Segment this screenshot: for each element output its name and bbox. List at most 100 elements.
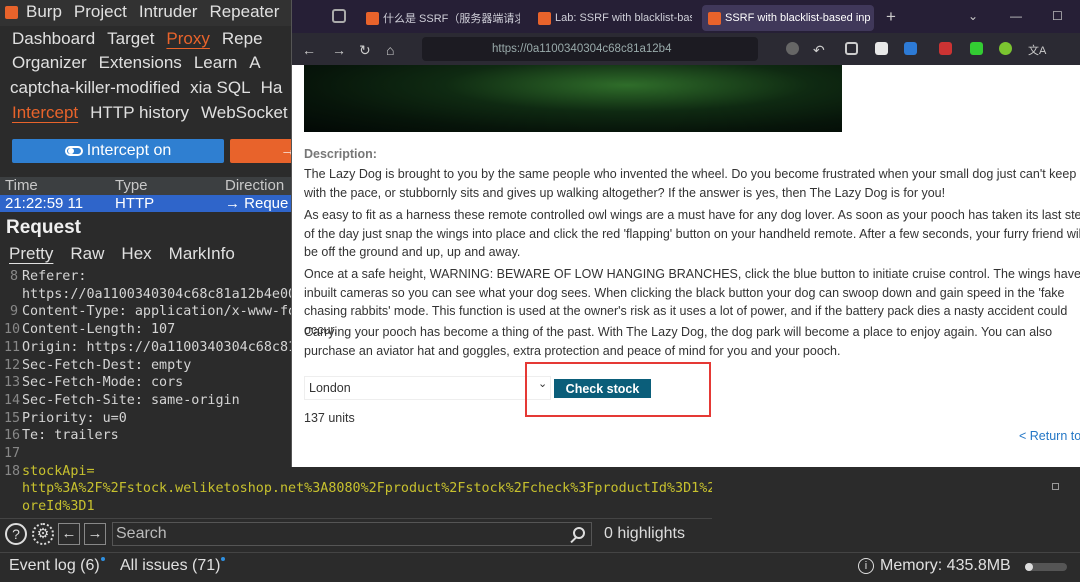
- browser-window: 什么是 SSRF（服务器端请求伪 ✕ Lab: SSRF with blackl…: [291, 0, 1080, 467]
- tab-xia-sql[interactable]: xia SQL: [180, 78, 250, 98]
- tab-list-chevron-icon[interactable]: ⌄: [968, 9, 978, 23]
- menu-intruder[interactable]: Intruder: [139, 2, 198, 22]
- tab-extensions[interactable]: Extensions: [87, 53, 182, 73]
- col-direction[interactable]: Direction: [220, 177, 284, 195]
- addon-icon[interactable]: [999, 42, 1012, 55]
- tab-1-title: 什么是 SSRF（服务器端请求伪: [383, 13, 520, 25]
- cell-direction: → Reque: [225, 195, 289, 212]
- tab-repeater[interactable]: Repe: [210, 29, 263, 49]
- browser-tab-1[interactable]: 什么是 SSRF（服务器端请求伪 ✕: [360, 5, 520, 31]
- tab-hex[interactable]: Hex: [112, 244, 151, 264]
- request-title: Request: [6, 217, 81, 238]
- tab-markinfo[interactable]: MarkInfo: [160, 244, 235, 264]
- memory-bar: [1025, 563, 1067, 571]
- event-log-link[interactable]: Event log (6): [9, 557, 105, 575]
- reload-icon[interactable]: ↻: [359, 42, 371, 59]
- store-select-value: London: [309, 381, 351, 395]
- burp-right-panel: [712, 467, 1080, 552]
- search-placeholder: Search: [116, 524, 167, 542]
- intercept-label: Intercept on: [86, 142, 172, 159]
- code-line: Sec-Fetch-Dest: empty: [22, 357, 192, 373]
- all-issues-link[interactable]: All issues (71): [120, 557, 226, 575]
- extension-dot-icon[interactable]: [786, 42, 799, 55]
- tab-intercept[interactable]: Intercept: [0, 103, 78, 123]
- home-icon[interactable]: ⌂: [386, 42, 394, 58]
- col-time[interactable]: Time: [0, 177, 110, 195]
- line-number: 10: [4, 322, 21, 338]
- line-number: 11: [4, 339, 21, 355]
- tab-view-icon[interactable]: [332, 9, 346, 23]
- tab-captcha-killer[interactable]: captcha-killer-modified: [0, 78, 180, 98]
- browser-tabbar: 什么是 SSRF（服务器端请求伪 ✕ Lab: SSRF with blackl…: [292, 0, 1080, 33]
- help-icon[interactable]: ?: [5, 522, 27, 545]
- tab-2-title: Lab: SSRF with blacklist-base: [555, 12, 692, 24]
- line-number: 13: [4, 375, 21, 391]
- table-row[interactable]: 21:22:59 11 HTTP → Reque: [0, 195, 300, 212]
- menu-project[interactable]: Project: [74, 2, 127, 22]
- maximize-icon[interactable]: [1052, 483, 1059, 490]
- issues-dot-icon: [221, 557, 226, 561]
- browser-tab-2[interactable]: Lab: SSRF with blacklist-base ✕: [532, 5, 692, 31]
- tab-proxy[interactable]: Proxy: [154, 29, 209, 49]
- line-number: 16: [4, 428, 21, 444]
- request-view-tabs: Pretty Raw Hex MarkInfo: [0, 244, 243, 264]
- notification-icon[interactable]: [939, 42, 952, 55]
- extension-icon[interactable]: [845, 42, 858, 55]
- tab-hae[interactable]: Ha: [251, 78, 283, 98]
- event-dot-icon: [100, 557, 105, 561]
- code-line: Sec-Fetch-Site: same-origin: [22, 392, 240, 408]
- next-arrow-icon[interactable]: →: [84, 522, 106, 545]
- info-icon: i: [858, 558, 874, 574]
- intercept-toggle-button[interactable]: Intercept on: [12, 139, 224, 163]
- maximize-window-icon[interactable]: ☐: [1052, 9, 1063, 23]
- all-issues-label: All issues (71): [120, 557, 221, 574]
- forward-icon[interactable]: →: [332, 42, 346, 58]
- col-type[interactable]: Type: [110, 177, 220, 195]
- url-text: https://0a1100340304c68c81a12b4: [492, 43, 672, 55]
- code-line: Sec-Fetch-Mode: cors: [22, 375, 184, 391]
- tab-pretty[interactable]: Pretty: [0, 244, 53, 264]
- main-tabs-row3: captcha-killer-modified xia SQL Ha: [0, 75, 282, 100]
- new-tab-icon[interactable]: +: [886, 7, 896, 27]
- url-bar[interactable]: https://0a1100340304c68c81a12b4: [422, 37, 758, 61]
- save-icon[interactable]: [904, 42, 917, 55]
- memory-indicator: i Memory: 435.8MB: [858, 557, 1011, 575]
- store-select[interactable]: London: [304, 376, 551, 400]
- search-input[interactable]: Search: [112, 521, 592, 546]
- stock-units: 137 units: [304, 411, 355, 425]
- tab-organizer[interactable]: Organizer: [0, 53, 87, 73]
- proxy-subtabs: Intercept HTTP history WebSocket: [0, 100, 288, 125]
- undo-icon[interactable]: ↶: [813, 42, 825, 59]
- line-number: 14: [4, 392, 21, 408]
- burp-extension-icon[interactable]: [875, 42, 888, 55]
- prev-arrow-icon[interactable]: ←: [58, 522, 80, 545]
- minimize-icon[interactable]: —: [1010, 9, 1022, 23]
- return-link[interactable]: < Return to: [1019, 429, 1080, 443]
- menu-repeater[interactable]: Repeater: [209, 2, 279, 22]
- event-log-label: Event log (6): [9, 557, 100, 574]
- code-line: stockApi=: [22, 463, 95, 479]
- tab-learn[interactable]: Learn: [182, 53, 237, 73]
- translate-icon[interactable]: 文A: [1028, 42, 1046, 58]
- back-icon[interactable]: ←: [302, 42, 316, 58]
- tab-raw[interactable]: Raw: [61, 244, 104, 264]
- browser-navbar: ← → ↻ ⌂ https://0a1100340304c68c81a12b4 …: [292, 33, 1080, 65]
- product-image: [304, 65, 842, 132]
- toggle-icon: [64, 146, 83, 156]
- burp-menu: Burp Project Intruder Repeater Vi: [26, 2, 306, 22]
- tab-target[interactable]: Target: [95, 29, 154, 49]
- browser-tab-3[interactable]: SSRF with blacklist-based inp ✕: [702, 5, 874, 31]
- cookie-icon[interactable]: [970, 42, 983, 55]
- search-icon: [573, 526, 585, 539]
- tab-http-history[interactable]: HTTP history: [78, 103, 189, 123]
- annotation-highlight-box: [525, 362, 711, 417]
- tab-websockets[interactable]: WebSocket: [189, 103, 288, 123]
- forward-button[interactable]: →: [230, 139, 300, 163]
- settings-gear-icon[interactable]: ⚙: [32, 522, 54, 545]
- portswigger-favicon-icon: [538, 11, 551, 25]
- tab-dashboard[interactable]: Dashboard: [0, 29, 95, 49]
- line-number: 17: [4, 446, 21, 461]
- tab-autorize[interactable]: A: [237, 53, 260, 73]
- menu-burp[interactable]: Burp: [26, 2, 62, 22]
- web-page: Description: The Lazy Dog is brought to …: [292, 65, 1080, 467]
